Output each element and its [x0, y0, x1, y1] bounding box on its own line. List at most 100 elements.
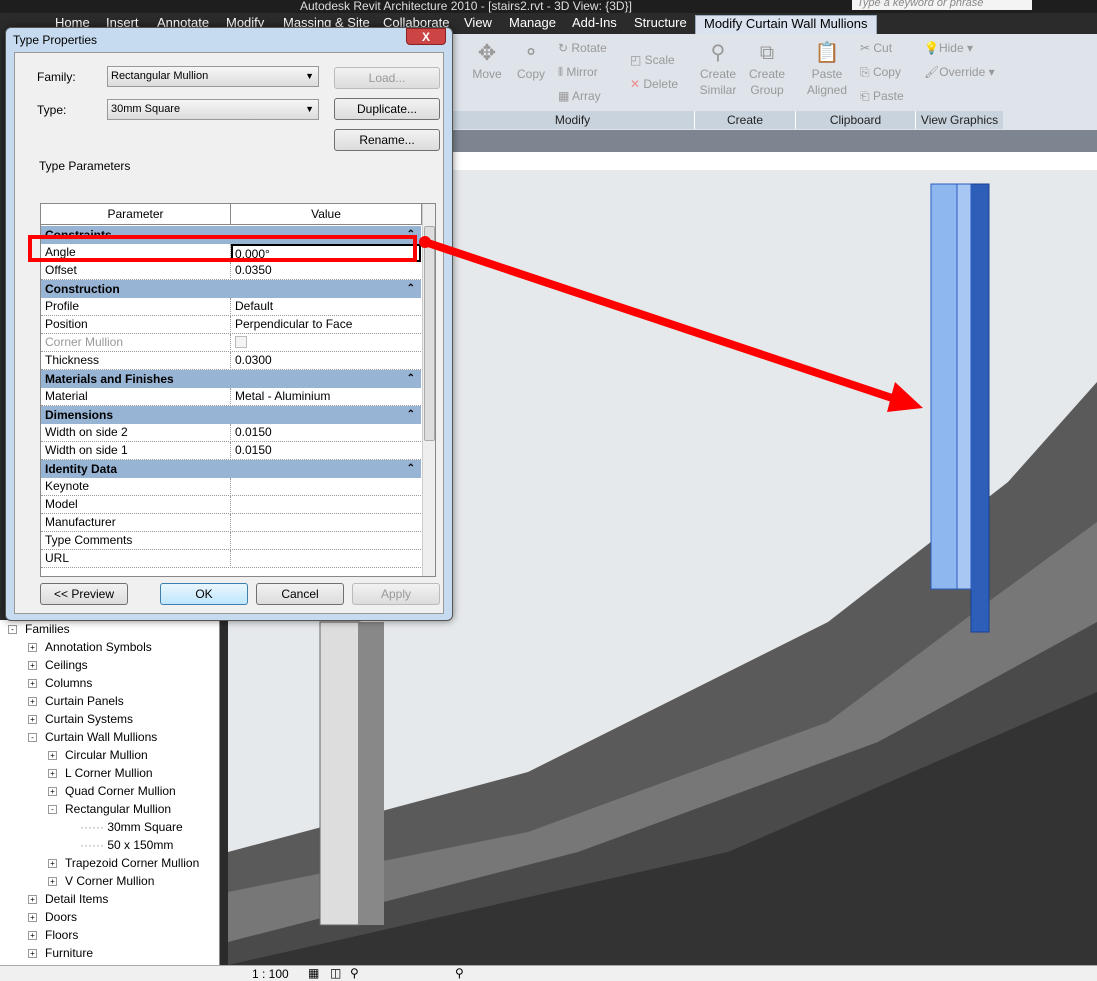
- expand-icon[interactable]: +: [28, 697, 37, 707]
- parameter-value[interactable]: Perpendicular to Face: [235, 316, 352, 333]
- section-header-dimensions[interactable]: Dimensions ⌃: [41, 406, 421, 424]
- expand-icon[interactable]: +: [48, 751, 57, 761]
- expand-icon[interactable]: +: [48, 769, 57, 779]
- browser-item-30mm-square[interactable]: ······ 30mm Square: [80, 818, 183, 836]
- create-group-button[interactable]: ⧉ Create Group: [746, 40, 788, 98]
- duplicate-button[interactable]: Duplicate...: [334, 98, 440, 120]
- copy-clipboard-button[interactable]: ⎘ Copy: [860, 64, 901, 80]
- column-header-parameter[interactable]: Parameter: [41, 204, 231, 225]
- load-button[interactable]: Load...: [334, 67, 440, 89]
- parameter-row-keynote[interactable]: Keynote: [41, 478, 421, 496]
- tab-view[interactable]: View: [464, 15, 492, 31]
- parameter-value[interactable]: 0.0150: [235, 424, 272, 441]
- expand-icon[interactable]: +: [28, 931, 37, 941]
- expand-icon[interactable]: +: [48, 787, 57, 797]
- browser-item-v-corner-mullion[interactable]: + V Corner Mullion: [48, 872, 154, 890]
- expand-icon[interactable]: +: [48, 859, 57, 869]
- tab-modify-curtain-wall-mullions[interactable]: Modify Curtain Wall Mullions: [695, 15, 877, 35]
- browser-item-rectangular-mullion[interactable]: - Rectangular Mullion: [48, 800, 171, 818]
- expand-icon[interactable]: +: [28, 679, 37, 689]
- parameter-row-profile[interactable]: Profile Default: [41, 298, 421, 316]
- parameter-value[interactable]: Metal - Aluminium: [235, 388, 330, 405]
- parameter-row-model[interactable]: Model: [41, 496, 421, 514]
- view-scale[interactable]: 1 : 100: [252, 967, 289, 981]
- cut-button[interactable]: ✂ Cut: [860, 40, 892, 56]
- scale-button[interactable]: ◰ Scale: [630, 52, 675, 68]
- browser-item-ceilings[interactable]: + Ceilings: [28, 656, 88, 674]
- expand-icon[interactable]: +: [48, 877, 57, 887]
- expand-icon[interactable]: +: [28, 661, 37, 671]
- family-select[interactable]: Rectangular Mullion ▼: [107, 66, 319, 87]
- reveal-hidden-icon[interactable]: ⚲: [455, 966, 464, 980]
- browser-item-families[interactable]: - Families: [8, 620, 70, 638]
- parameter-row-width-on-side-1[interactable]: Width on side 1 0.0150: [41, 442, 421, 460]
- apply-button[interactable]: Apply: [352, 583, 440, 605]
- parameter-value[interactable]: 0.0350: [235, 262, 272, 279]
- mirror-button[interactable]: ⫴ Mirror: [558, 64, 598, 80]
- collapse-icon[interactable]: ⌃: [407, 280, 415, 298]
- parameter-row-url[interactable]: URL: [41, 550, 421, 568]
- collapse-icon[interactable]: ⌃: [407, 406, 415, 424]
- copy-button[interactable]: ⚬ Copy: [514, 40, 548, 82]
- expand-icon[interactable]: +: [28, 643, 37, 653]
- section-header-materials-and-finishes[interactable]: Materials and Finishes ⌃: [41, 370, 421, 388]
- expand-icon[interactable]: +: [28, 949, 37, 959]
- paste-aligned-button[interactable]: 📋 Paste Aligned: [802, 40, 852, 98]
- browser-item-doors[interactable]: + Doors: [28, 908, 77, 926]
- browser-item-quad-corner-mullion[interactable]: + Quad Corner Mullion: [48, 782, 176, 800]
- section-header-construction[interactable]: Construction ⌃: [41, 280, 421, 298]
- parameter-row-position[interactable]: Position Perpendicular to Face: [41, 316, 421, 334]
- expand-icon[interactable]: +: [28, 715, 37, 725]
- tab-structure[interactable]: Structure: [634, 15, 687, 31]
- type-select[interactable]: 30mm Square ▼: [107, 99, 319, 120]
- browser-item-l-corner-mullion[interactable]: + L Corner Mullion: [48, 764, 153, 782]
- browser-item-annotation-symbols[interactable]: + Annotation Symbols: [28, 638, 152, 656]
- preview-button[interactable]: << Preview: [40, 583, 128, 605]
- shadows-icon[interactable]: ⚲: [350, 966, 359, 980]
- browser-item-floors[interactable]: + Floors: [28, 926, 78, 944]
- cancel-button[interactable]: Cancel: [256, 583, 344, 605]
- parameter-row-material[interactable]: Material Metal - Aluminium: [41, 388, 421, 406]
- parameter-row-type-comments[interactable]: Type Comments: [41, 532, 421, 550]
- override-button[interactable]: 🖌Override ▾: [924, 64, 995, 80]
- collapse-icon[interactable]: -: [48, 805, 57, 815]
- array-button[interactable]: ▦ Array: [558, 88, 601, 104]
- parameter-row-offset[interactable]: Offset 0.0350: [41, 262, 421, 280]
- hide-button[interactable]: 💡Hide ▾: [924, 40, 973, 56]
- help-search-input[interactable]: Type a keyword or phrase: [852, 0, 1032, 10]
- parameter-value[interactable]: Default: [235, 298, 273, 315]
- collapse-icon[interactable]: -: [8, 625, 17, 635]
- rotate-button[interactable]: ↻ Rotate: [558, 40, 607, 56]
- parameter-row-thickness[interactable]: Thickness 0.0300: [41, 352, 421, 370]
- move-button[interactable]: ✥ Move: [470, 40, 504, 82]
- browser-item-curtain-systems[interactable]: + Curtain Systems: [28, 710, 133, 728]
- ok-button[interactable]: OK: [160, 583, 248, 605]
- create-similar-button[interactable]: ⚲ Create Similar: [695, 40, 741, 98]
- browser-item-columns[interactable]: + Columns: [28, 674, 92, 692]
- column-header-value[interactable]: Value: [231, 204, 422, 225]
- tab-add-ins[interactable]: Add-Ins: [572, 15, 617, 31]
- expand-icon[interactable]: +: [28, 895, 37, 905]
- parameter-row-manufacturer[interactable]: Manufacturer: [41, 514, 421, 532]
- paste-button[interactable]: ⎗ Paste: [860, 88, 904, 104]
- parameter-value[interactable]: 0.0150: [235, 442, 272, 459]
- parameter-row-width-on-side-2[interactable]: Width on side 2 0.0150: [41, 424, 421, 442]
- browser-item-circular-mullion[interactable]: + Circular Mullion: [48, 746, 148, 764]
- rename-button[interactable]: Rename...: [334, 129, 440, 151]
- visual-style-icon[interactable]: ◫: [330, 966, 341, 980]
- collapse-icon[interactable]: ⌃: [407, 460, 415, 478]
- browser-item-detail-items[interactable]: + Detail Items: [28, 890, 108, 908]
- expand-icon[interactable]: +: [28, 913, 37, 923]
- corner-mullion-checkbox[interactable]: [235, 336, 247, 348]
- browser-item-50-x-150mm[interactable]: ······ 50 x 150mm: [80, 836, 173, 854]
- collapse-icon[interactable]: ⌃: [407, 370, 415, 388]
- delete-button[interactable]: ✕ Delete: [630, 76, 678, 92]
- browser-item-curtain-wall-mullions[interactable]: - Curtain Wall Mullions: [28, 728, 157, 746]
- browser-item-curtain-panels[interactable]: + Curtain Panels: [28, 692, 124, 710]
- parameter-value[interactable]: 0.0300: [235, 352, 272, 369]
- close-button[interactable]: X: [406, 28, 446, 45]
- section-header-identity-data[interactable]: Identity Data ⌃: [41, 460, 421, 478]
- tab-manage[interactable]: Manage: [509, 15, 556, 31]
- browser-item-trapezoid-corner-mullion[interactable]: + Trapezoid Corner Mullion: [48, 854, 199, 872]
- browser-item-furniture[interactable]: + Furniture: [28, 944, 93, 962]
